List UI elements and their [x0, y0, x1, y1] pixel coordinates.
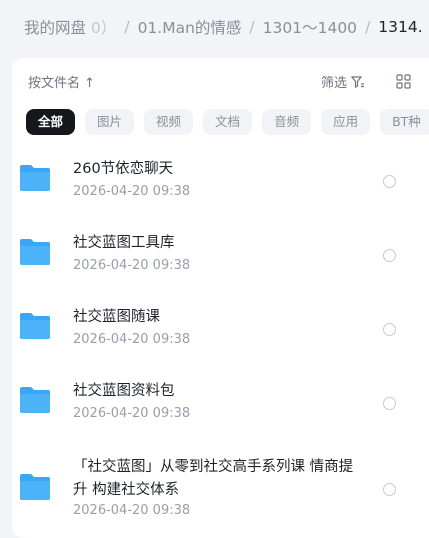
file-date: 2026-04-20 09:38	[73, 258, 191, 273]
breadcrumb-separator: /	[249, 18, 255, 36]
file-date: 2026-04-20 09:38	[73, 503, 191, 518]
sort-button[interactable]: 按文件名 ↑	[28, 72, 95, 91]
breadcrumb-level2[interactable]: 1301～1400	[263, 16, 357, 38]
radio-circle-icon[interactable]	[383, 175, 396, 188]
breadcrumb-separator: /	[124, 18, 130, 36]
folder-icon	[20, 313, 50, 339]
tab-apps[interactable]: 应用	[321, 109, 371, 135]
breadcrumb-root[interactable]: 我的网盘 0）	[0, 16, 116, 38]
filter-button[interactable]: 筛选	[321, 72, 365, 91]
folder-icon	[20, 387, 50, 413]
file-name: 260节依恋聊天	[73, 161, 174, 177]
breadcrumb-separator: /	[365, 18, 371, 36]
breadcrumb-level1[interactable]: 01.Man的情感	[138, 16, 242, 38]
tab-documents[interactable]: 文档	[203, 109, 253, 135]
tab-bt[interactable]: BT种	[380, 109, 429, 135]
arrow-up-icon: ↑	[84, 76, 96, 91]
list-item[interactable]: 260节依恋聊天 2026-04-20 09:38	[0, 152, 429, 212]
tab-videos[interactable]: 视频	[144, 109, 194, 135]
breadcrumb: 我的网盘 0） / 01.Man的情感 / 1301～1400 / 1314.	[0, 0, 429, 54]
list-item[interactable]: 社交蓝图工具库 2026-04-20 09:38	[0, 226, 429, 286]
radio-circle-icon[interactable]	[383, 397, 396, 410]
grid-view-icon[interactable]	[396, 74, 411, 89]
file-name: 社交蓝图随课	[73, 309, 160, 325]
folder-icon	[20, 474, 50, 500]
tab-audio[interactable]: 音频	[262, 109, 312, 135]
file-date: 2026-04-20 09:38	[73, 406, 191, 421]
filter-icon	[351, 75, 365, 88]
radio-circle-icon[interactable]	[383, 483, 396, 496]
radio-circle-icon[interactable]	[383, 249, 396, 262]
folder-icon	[20, 165, 50, 191]
breadcrumb-current: 1314.	[378, 18, 423, 36]
tab-all[interactable]: 全部	[26, 109, 76, 135]
file-date: 2026-04-20 09:38	[73, 184, 191, 199]
list-item[interactable]: 社交蓝图资料包 2026-04-20 09:38	[0, 374, 429, 434]
file-name: 社交蓝图工具库	[73, 235, 175, 251]
folder-icon	[20, 239, 50, 265]
file-date: 2026-04-20 09:38	[73, 332, 191, 347]
filter-label: 筛选	[321, 76, 348, 91]
list-item[interactable]: 「社交蓝图」从零到社交高手系列课 情商提升 构建社交体系 2026-04-20 …	[0, 448, 429, 530]
file-name: 「社交蓝图」从零到社交高手系列课 情商提升 构建社交体系	[73, 459, 354, 498]
list-item[interactable]: 社交蓝图随课 2026-04-20 09:38	[0, 300, 429, 360]
sort-label: 按文件名	[28, 76, 81, 91]
file-name: 社交蓝图资料包	[73, 383, 175, 399]
tab-images[interactable]: 图片	[85, 109, 135, 135]
radio-circle-icon[interactable]	[383, 323, 396, 336]
category-tabs: 全部 图片 视频 文档 音频 应用 BT种	[26, 109, 429, 135]
